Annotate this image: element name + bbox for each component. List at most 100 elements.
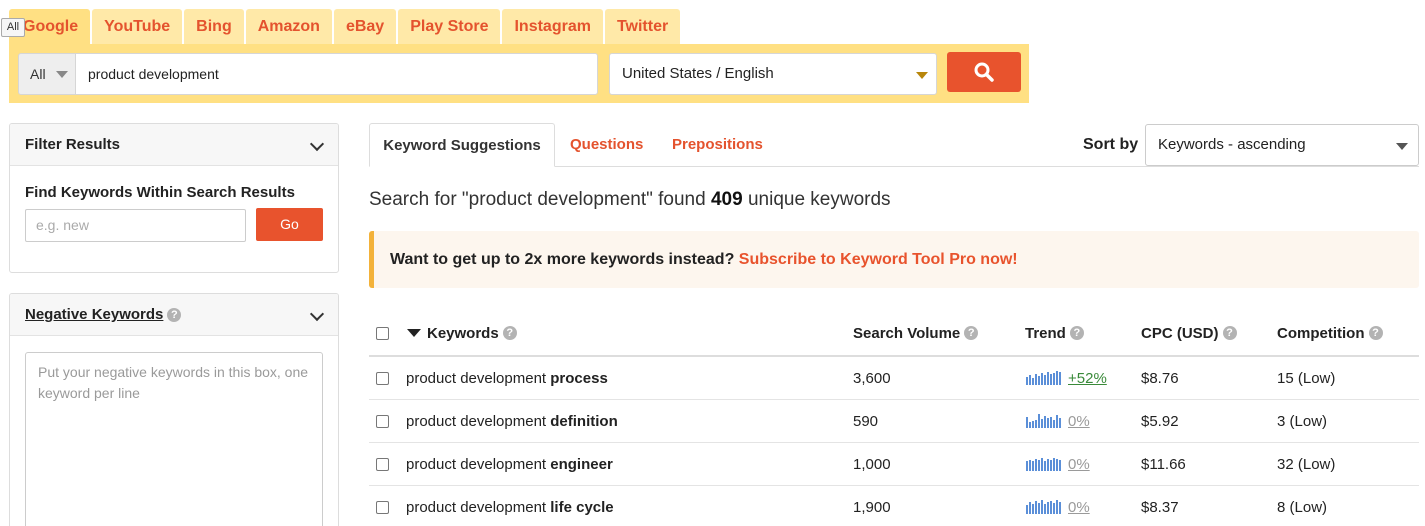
caret-down-icon (1396, 143, 1408, 150)
help-icon[interactable]: ? (502, 326, 517, 340)
column-cpc[interactable]: CPC (USD)? (1141, 311, 1237, 355)
table-row[interactable]: product development life cycle 1,900 0% … (369, 486, 1419, 526)
column-competition-label: Competition (1277, 324, 1365, 342)
search-volume-cell: 3,600 (853, 369, 891, 387)
cpc-cell: $5.92 (1141, 412, 1179, 430)
table-row[interactable]: product development definition 590 0% $5… (369, 400, 1419, 443)
filter-panel-header[interactable]: Filter Results (10, 124, 338, 166)
cpc-cell: $8.37 (1141, 498, 1179, 516)
promo-text: Want to get up to 2x more keywords inste… (390, 251, 735, 268)
select-all-checkbox[interactable] (376, 326, 389, 340)
keyword-cell: product development engineer (406, 443, 613, 485)
search-input[interactable]: product development (75, 53, 598, 95)
tab-bing[interactable]: Bing (184, 9, 244, 44)
table-row[interactable]: product development engineer 1,000 0% $1… (369, 443, 1419, 486)
negative-keywords-textarea[interactable]: Put your negative keywords in this box, … (25, 352, 323, 526)
trend-value[interactable]: 0% (1068, 413, 1090, 430)
sparkline-icon (1026, 500, 1062, 514)
filter-subtitle: Find Keywords Within Search Results (25, 184, 295, 201)
sort-desc-icon (407, 329, 421, 337)
help-icon[interactable]: ? (1222, 326, 1237, 340)
trend-value[interactable]: 0% (1068, 456, 1090, 473)
chevron-down-icon (309, 306, 325, 322)
cpc-cell: $11.66 (1141, 455, 1186, 473)
table-row[interactable]: product development process 3,600 +52% $… (369, 357, 1419, 400)
keyword-cell: product development process (406, 357, 608, 399)
negative-keywords-panel: Negative Keywords? Put your negative key… (9, 293, 339, 526)
column-search-volume[interactable]: Search Volume? (853, 311, 979, 355)
row-checkbox[interactable] (376, 500, 389, 514)
competition-cell: 32 (Low) (1277, 455, 1336, 473)
help-icon[interactable]: ? (1368, 326, 1383, 340)
keyword-cell: product development definition (406, 400, 618, 442)
column-keywords-label: Keywords (427, 324, 499, 342)
results-summary: Search for "product development" found 4… (369, 189, 891, 211)
help-icon[interactable]: ? (1069, 326, 1084, 340)
filter-panel: Filter Results Find Keywords Within Sear… (9, 123, 339, 273)
filter-input[interactable]: e.g. new (25, 209, 246, 242)
results-summary-prefix: Search for "product development" found (369, 189, 706, 210)
sparkline-icon (1026, 457, 1062, 471)
table-header: Keywords? Search Volume? Trend? CPC (USD… (369, 311, 1419, 357)
go-button[interactable]: Go (256, 208, 323, 241)
negative-keywords-header[interactable]: Negative Keywords? (10, 294, 338, 336)
keyword-cell: product development life cycle (406, 486, 614, 526)
search-button[interactable] (947, 52, 1021, 92)
scope-dropdown[interactable]: All (18, 53, 76, 95)
results-count: 409 (710, 189, 743, 210)
search-icon (974, 62, 994, 82)
tab-play-store[interactable]: Play Store (398, 9, 501, 44)
sparkline-icon (1026, 371, 1062, 385)
row-checkbox[interactable] (376, 371, 389, 385)
trend-value[interactable]: +52% (1068, 370, 1107, 387)
sort-label: Sort by (1083, 136, 1139, 153)
column-trend[interactable]: Trend? (1025, 311, 1084, 355)
trend-cell: +52% (1026, 357, 1107, 399)
search-volume-cell: 1,000 (853, 455, 891, 473)
help-icon[interactable]: ? (964, 326, 979, 340)
results-summary-suffix: unique keywords (747, 189, 891, 210)
tab-twitter[interactable]: Twitter (604, 9, 681, 44)
column-cpc-label: CPC (USD) (1141, 324, 1219, 342)
keyword-suffix: life cycle (550, 498, 614, 516)
search-volume-cell: 590 (853, 412, 879, 430)
caret-down-icon (916, 72, 928, 79)
tab-instagram[interactable]: Instagram (502, 9, 603, 44)
trend-cell: 0% (1026, 400, 1090, 442)
tab-keyword-suggestions[interactable]: Keyword Suggestions (369, 123, 555, 167)
column-keywords[interactable]: Keywords? (407, 311, 517, 355)
sort-value: Keywords - ascending (1158, 136, 1306, 153)
column-trend-label: Trend (1025, 324, 1066, 342)
scope-label: All (30, 66, 46, 82)
row-checkbox[interactable] (376, 457, 389, 471)
competition-cell: 8 (Low) (1277, 498, 1328, 516)
sparkline-icon (1026, 414, 1062, 428)
help-icon[interactable]: ? (167, 308, 182, 322)
tab-youtube[interactable]: YouTube (92, 9, 183, 44)
keyword-prefix: product development (406, 412, 547, 430)
trend-value[interactable]: 0% (1068, 499, 1090, 516)
keyword-suffix: process (550, 369, 608, 387)
keyword-prefix: product development (406, 455, 547, 473)
locale-dropdown[interactable]: United States / English (609, 53, 937, 95)
competition-cell: 3 (Low) (1277, 412, 1328, 430)
subscribe-link[interactable]: Subscribe to Keyword Tool Pro now! (739, 251, 1018, 268)
row-checkbox[interactable] (376, 414, 389, 428)
competition-cell: 15 (Low) (1277, 369, 1336, 387)
column-search-volume-label: Search Volume (853, 324, 961, 342)
filter-panel-title: Filter Results (25, 136, 121, 153)
tab-prepositions[interactable]: Prepositions (672, 123, 763, 167)
tab-amazon[interactable]: Amazon (245, 9, 332, 44)
sort-dropdown[interactable]: Keywords - ascending (1145, 124, 1419, 166)
chevron-down-icon (309, 136, 325, 152)
column-competition[interactable]: Competition? (1277, 311, 1383, 355)
search-volume-cell: 1,900 (853, 498, 891, 516)
keyword-prefix: product development (406, 498, 547, 516)
keyword-prefix: product development (406, 369, 547, 387)
engine-tabs: Google YouTube Bing Amazon eBay Play Sto… (9, 9, 682, 44)
trend-cell: 0% (1026, 486, 1090, 526)
tab-ebay[interactable]: eBay (333, 9, 397, 44)
search-bar: All product development United States / … (9, 44, 1029, 103)
keyword-suffix: definition (550, 412, 618, 430)
tab-questions[interactable]: Questions (570, 123, 643, 167)
